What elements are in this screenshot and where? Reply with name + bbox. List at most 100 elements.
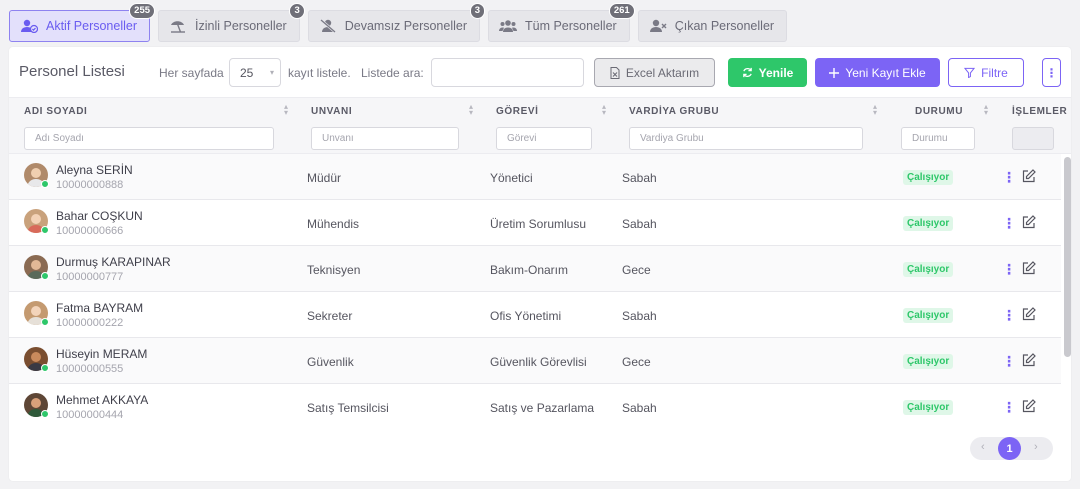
sort-icon[interactable]: ▴ ▾ <box>469 103 473 117</box>
more-vertical-icon[interactable]: ⋮ <box>1002 353 1016 370</box>
page-title: Personel Listesi <box>19 63 125 80</box>
employee-name[interactable]: Hüseyin MERAM <box>56 347 147 361</box>
employee-role: Satış ve Pazarlama <box>490 401 595 415</box>
personnel-list-card: Personel Listesi Her sayfada 25 ▾ kayıt … <box>9 47 1071 481</box>
column-header-status[interactable]: DURUMU <box>915 106 963 117</box>
status-badge: Çalışıyor <box>903 262 954 277</box>
employee-id: 10000000777 <box>56 271 124 283</box>
excel-export-button[interactable]: Excel Aktarım <box>594 58 715 87</box>
filter-button[interactable]: Filtre <box>948 58 1024 87</box>
current-page-button[interactable]: 1 <box>998 437 1021 460</box>
tab-bar: Aktif Personeller 255 İzinli Personeller… <box>9 3 788 42</box>
employee-shift: Sabah <box>622 171 657 185</box>
table-row[interactable]: Durmuş KARAPINAR 10000000777 Teknisyen B… <box>9 246 1061 292</box>
refresh-label: Yenile <box>758 65 794 80</box>
status-badge: Çalışıyor <box>903 308 954 323</box>
more-vertical-icon[interactable]: ⋮ <box>1002 307 1016 324</box>
edit-icon[interactable] <box>1022 261 1036 278</box>
refresh-icon <box>742 67 753 78</box>
employee-title: Müdür <box>307 171 342 185</box>
employee-name[interactable]: Mehmet AKKAYA <box>56 393 148 407</box>
table-row[interactable]: Hüseyin MERAM 10000000555 Güvenlik Güven… <box>9 338 1061 384</box>
table-header: ADI SOYADI ▴ ▾ UNVANI ▴ ▾ GÖREVİ ▴ ▾ VARDİY… <box>9 97 1071 154</box>
online-status-icon <box>41 226 49 234</box>
title-filter-input[interactable]: Unvanı <box>311 127 459 150</box>
sort-icon[interactable]: ▴ ▾ <box>284 103 288 117</box>
tab-active-staff[interactable]: Aktif Personeller 255 <box>9 3 156 42</box>
employee-shift: Sabah <box>622 217 657 231</box>
more-options-button[interactable]: ⋮ <box>1042 58 1061 87</box>
page-size-select[interactable]: 25 ▾ <box>229 58 281 87</box>
table-row[interactable]: Mehmet AKKAYA 10000000444 Satış Temsilci… <box>9 384 1061 430</box>
employee-role: Ofis Yönetimi <box>490 309 562 323</box>
count-badge: 261 <box>608 3 635 19</box>
edit-icon[interactable] <box>1022 169 1036 186</box>
tab-exited-staff[interactable]: Çıkan Personeller <box>637 10 788 42</box>
employee-name[interactable]: Fatma BAYRAM <box>56 301 143 315</box>
tab-absent-staff[interactable]: Devamsız Personeller 3 <box>307 3 485 42</box>
edit-icon[interactable] <box>1022 307 1036 324</box>
table-row[interactable]: Aleyna SERİN 10000000888 Müdür Yönetici … <box>9 154 1061 200</box>
count-badge: 255 <box>129 3 156 19</box>
excel-export-label: Excel Aktarım <box>625 65 700 80</box>
refresh-button[interactable]: Yenile <box>728 58 807 87</box>
tab-label: İzinli Personeller <box>195 19 287 33</box>
employee-id: 10000000888 <box>56 179 124 191</box>
add-record-button[interactable]: Yeni Kayıt Ekle <box>815 58 940 87</box>
chevron-down-icon: ▾ <box>269 68 274 77</box>
next-page-button[interactable]: › <box>1034 441 1038 453</box>
online-status-icon <box>41 180 49 188</box>
column-header-shift[interactable]: VARDİYA GRUBU <box>629 106 719 117</box>
edit-icon[interactable] <box>1022 353 1036 370</box>
employee-name[interactable]: Durmuş KARAPINAR <box>56 255 171 269</box>
count-badge: 3 <box>289 3 305 19</box>
table-row[interactable]: Fatma BAYRAM 10000000222 Sekreter Ofis Y… <box>9 292 1061 338</box>
column-header-name[interactable]: ADI SOYADI <box>24 106 87 117</box>
role-filter-input[interactable]: Görevi <box>496 127 592 150</box>
tab-label: Çıkan Personeller <box>674 19 775 33</box>
sort-icon[interactable]: ▴ ▾ <box>984 103 988 117</box>
per-page-label: Her sayfada <box>159 66 224 80</box>
status-badge: Çalışıyor <box>903 354 954 369</box>
employee-title: Teknisyen <box>307 263 361 277</box>
employee-title: Güvenlik <box>307 355 354 369</box>
column-header-role[interactable]: GÖREVİ <box>496 106 539 117</box>
column-header-title[interactable]: UNVANI <box>311 106 352 117</box>
employee-shift: Sabah <box>622 309 657 323</box>
avatar <box>24 255 49 280</box>
employee-name[interactable]: Aleyna SERİN <box>56 163 133 177</box>
table-row[interactable]: Bahar COŞKUN 10000000666 Mühendis Üretim… <box>9 200 1061 246</box>
vertical-scrollbar[interactable] <box>1064 157 1071 357</box>
employee-id: 10000000222 <box>56 317 124 329</box>
status-filter-input[interactable]: Durumu <box>901 127 975 150</box>
sort-icon[interactable]: ▴ ▾ <box>602 103 606 117</box>
more-vertical-icon[interactable]: ⋮ <box>1002 215 1016 232</box>
employee-role: Güvenlik Görevlisi <box>490 355 587 369</box>
employee-name[interactable]: Bahar COŞKUN <box>56 209 143 223</box>
shift-filter-input[interactable]: Vardiya Grubu <box>629 127 863 150</box>
tab-label: Aktif Personeller <box>46 19 138 33</box>
search-input[interactable] <box>431 58 584 87</box>
tab-on-leave-staff[interactable]: İzinli Personeller 3 <box>158 3 305 42</box>
avatar <box>24 163 49 188</box>
edit-icon[interactable] <box>1022 215 1036 232</box>
more-vertical-icon: ⋮ <box>1045 65 1058 80</box>
search-label: Listede ara: <box>361 66 424 80</box>
edit-icon[interactable] <box>1022 399 1036 416</box>
more-vertical-icon[interactable]: ⋮ <box>1002 261 1016 278</box>
employee-title: Satış Temsilcisi <box>307 401 389 415</box>
more-vertical-icon[interactable]: ⋮ <box>1002 399 1016 416</box>
online-status-icon <box>41 364 49 372</box>
plus-icon <box>829 67 840 78</box>
employee-shift: Gece <box>622 263 651 277</box>
more-vertical-icon[interactable]: ⋮ <box>1002 169 1016 186</box>
count-badge: 3 <box>469 3 485 19</box>
previous-page-button[interactable]: ‹ <box>981 441 985 453</box>
tab-all-staff[interactable]: Tüm Personeller 261 <box>488 3 635 42</box>
employee-role: Yönetici <box>490 171 533 185</box>
employee-id: 10000000666 <box>56 225 124 237</box>
online-status-icon <box>41 272 49 280</box>
name-filter-input[interactable]: Adı Soyadı <box>24 127 274 150</box>
sort-icon[interactable]: ▴ ▾ <box>873 103 877 117</box>
employee-title: Mühendis <box>307 217 360 231</box>
